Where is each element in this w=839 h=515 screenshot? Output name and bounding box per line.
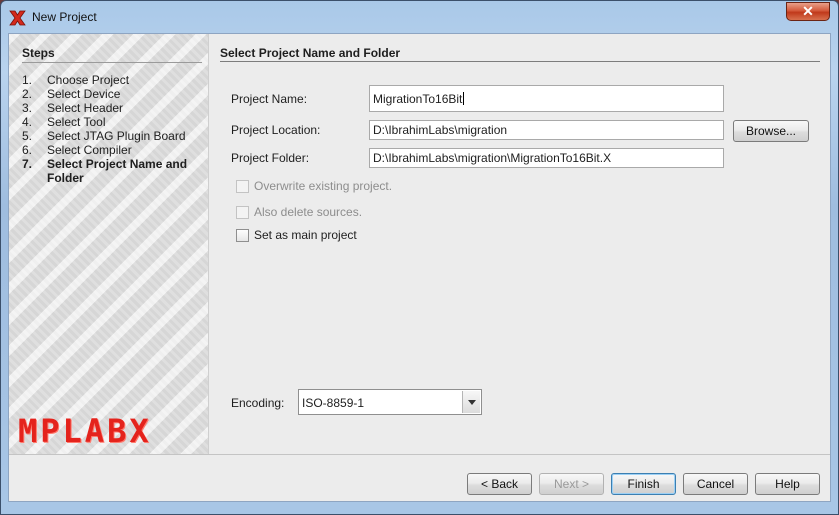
step-label: Select Header [47,101,124,115]
step-select-tool: 4. Select Tool [22,115,204,129]
checkbox-box[interactable] [236,205,249,219]
help-button[interactable]: Help [755,473,820,495]
footer-divider [9,454,830,455]
project-folder-value: D:\IbrahimLabs\migration\MigrationTo16Bi… [373,151,612,165]
checkbox-box[interactable] [236,228,249,242]
step-label: Select Tool [47,115,106,129]
project-location-label: Project Location: [231,123,321,137]
step-number: 4. [22,115,33,129]
checkbox-box[interactable] [236,179,249,193]
project-name-value: MigrationTo16Bit [373,92,463,106]
steps-divider [22,62,202,63]
project-location-input[interactable]: D:\IbrahimLabs\migration [369,120,724,140]
wizard-page: Select Project Name and Folder Project N… [220,34,830,454]
step-number: 1. [22,73,33,87]
step-select-jtag-plugin-board: 5. Select JTAG Plugin Board [22,129,204,143]
step-number: 2. [22,87,33,101]
text-caret [463,92,465,105]
back-button[interactable]: < Back [467,473,532,495]
step-select-header: 3. Select Header [22,101,204,115]
project-name-label: Project Name: [231,92,308,106]
step-number: 5. [22,129,33,143]
browse-button[interactable]: Browse... [733,120,809,142]
next-button[interactable]: Next > [539,473,604,495]
encoding-value: ISO-8859-1 [302,396,365,410]
steps-title: Steps [22,46,55,60]
project-name-input[interactable]: MigrationTo16Bit [369,85,724,112]
page-title: Select Project Name and Folder [220,46,401,60]
encoding-dropdown[interactable]: ISO-8859-1 [298,389,482,415]
step-select-compiler: 6. Select Compiler [22,143,204,157]
new-project-dialog: New Project ✕ Steps 1. Choose Project 2.… [0,0,839,515]
also-delete-sources-checkbox[interactable]: Also delete sources. [236,205,362,219]
title-bar[interactable]: New Project ✕ [1,1,838,33]
step-select-device: 2. Select Device [22,87,204,101]
step-label: Select Device [47,87,121,101]
step-number: 7. [22,157,33,171]
step-label: Select Compiler [47,143,132,157]
project-location-value: D:\IbrahimLabs\migration [373,123,508,137]
project-folder-input[interactable]: D:\IbrahimLabs\migration\MigrationTo16Bi… [369,148,724,168]
mplab-x-icon [9,10,26,26]
close-icon: ✕ [802,3,814,19]
also-delete-sources-label: Also delete sources. [254,205,363,219]
step-label: Select Project Name and Folder [47,157,188,185]
overwrite-existing-label: Overwrite existing project. [254,179,393,193]
step-label: Choose Project [47,73,130,87]
step-label: Select JTAG Plugin Board [47,129,186,143]
dialog-body: Steps 1. Choose Project 2. Select Device… [8,33,831,502]
close-button[interactable]: ✕ [786,2,830,21]
step-select-project-name-and-folder: 7. Select Project Name and Folder [22,157,204,185]
chevron-down-icon[interactable] [462,391,480,413]
page-title-divider [220,61,820,62]
set-as-main-project-label: Set as main project [254,228,357,242]
steps-panel: Steps 1. Choose Project 2. Select Device… [9,34,209,454]
cancel-button[interactable]: Cancel [683,473,748,495]
step-number: 3. [22,101,33,115]
step-choose-project: 1. Choose Project [22,73,204,87]
finish-button[interactable]: Finish [611,473,676,495]
encoding-label: Encoding: [231,396,285,410]
mplabx-logo: MPLABX [18,412,152,450]
window-title: New Project [32,10,97,24]
overwrite-existing-checkbox[interactable]: Overwrite existing project. [236,179,392,193]
project-folder-label: Project Folder: [231,151,310,165]
set-as-main-project-checkbox[interactable]: Set as main project [236,228,357,242]
steps-list: 1. Choose Project 2. Select Device 3. Se… [22,73,204,185]
step-number: 6. [22,143,33,157]
